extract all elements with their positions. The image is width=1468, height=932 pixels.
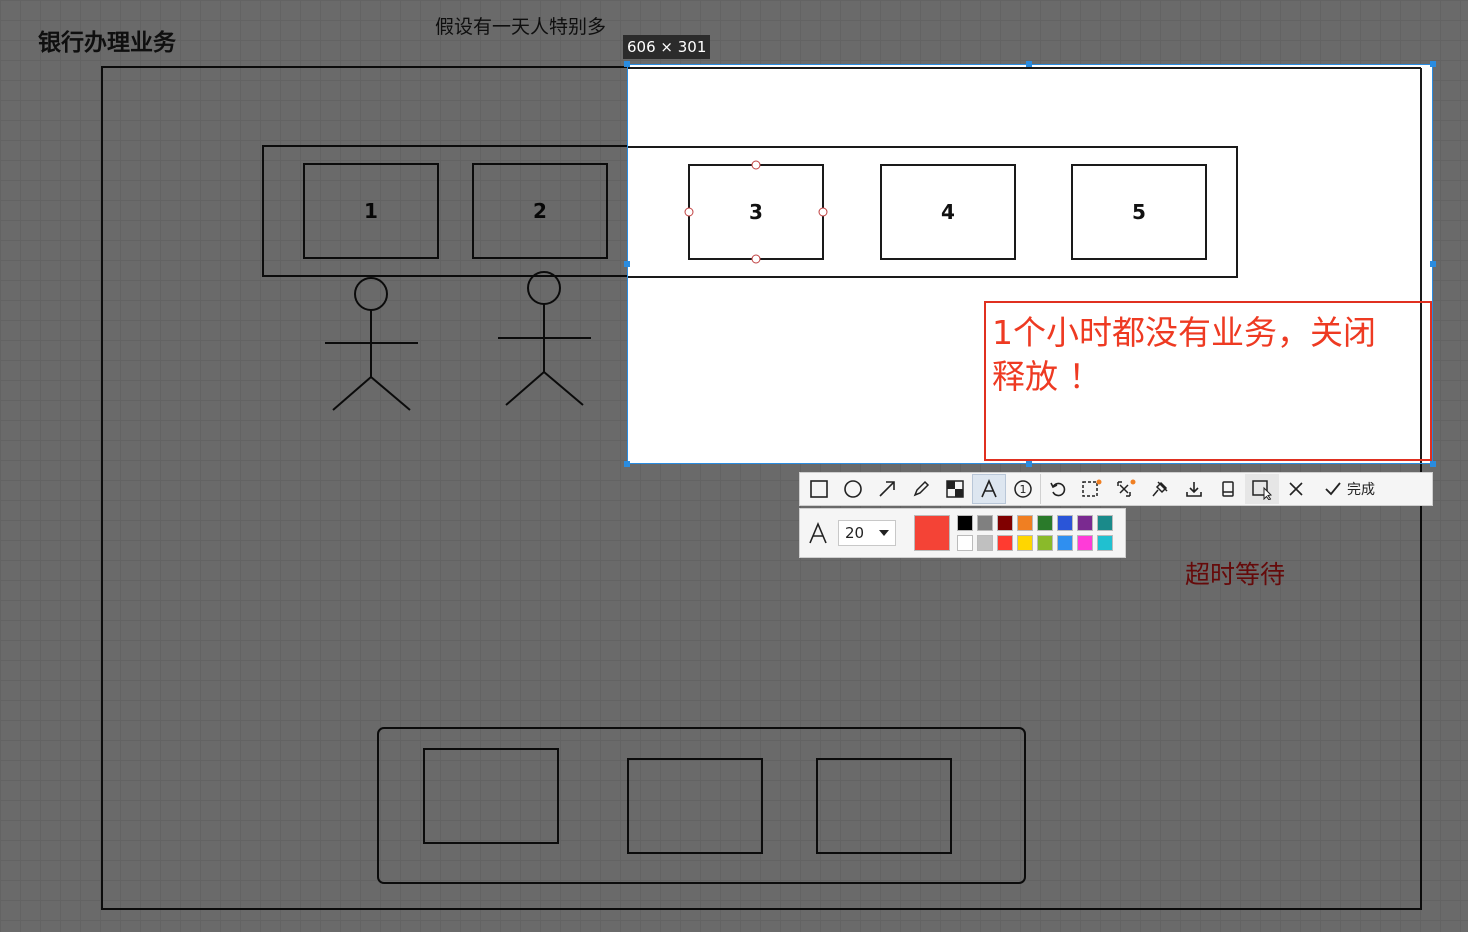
selected-window-label-5: 5	[1132, 200, 1146, 224]
text-annotation-line1: 1个小时都没有业务，关闭	[992, 313, 1376, 352]
color-swatch[interactable]	[997, 515, 1013, 531]
color-swatch[interactable]	[1037, 515, 1053, 531]
copy-tool-icon[interactable]	[1245, 474, 1279, 504]
text-tool-icon[interactable]	[972, 474, 1006, 504]
color-swatch[interactable]	[1077, 515, 1093, 531]
customer-figure	[325, 277, 418, 411]
selected-window-label-3: 3	[749, 200, 763, 224]
text-annotation-box[interactable]: 1个小时都没有业务，关闭 释放 ！	[984, 301, 1432, 461]
window-label-2: 2	[533, 199, 547, 223]
color-swatch[interactable]	[1097, 535, 1113, 551]
pencil-tool-icon[interactable]	[904, 474, 938, 504]
selection-size-label: 606 × 301	[623, 35, 711, 59]
waiting-seat	[627, 758, 763, 854]
current-color-swatch[interactable]	[914, 515, 950, 551]
resize-handle[interactable]	[1430, 261, 1436, 267]
window-label-1: 1	[364, 199, 378, 223]
screenshot-selection[interactable]: 3 4 5 1个小时都没有业务，关闭 释放 ！	[627, 64, 1433, 464]
rectangle-tool-icon[interactable]	[802, 474, 836, 504]
color-swatch[interactable]	[1077, 535, 1093, 551]
font-icon	[806, 521, 830, 545]
done-label: 完成	[1347, 482, 1375, 498]
arrow-tool-icon[interactable]	[870, 474, 904, 504]
resize-handle[interactable]	[1026, 461, 1032, 467]
color-swatch[interactable]	[1037, 535, 1053, 551]
svg-text:1: 1	[1020, 483, 1027, 496]
color-swatch[interactable]	[1017, 535, 1033, 551]
diagram-subtitle: 假设有一天人特别多	[435, 16, 607, 38]
checkmark-icon	[1325, 482, 1341, 496]
text-annotation-line2: 释放 ！	[992, 357, 1102, 396]
translate-tool-icon[interactable]	[1109, 474, 1143, 504]
resize-handle[interactable]	[1430, 461, 1436, 467]
done-button[interactable]: 完成	[1315, 474, 1383, 504]
chevron-down-icon	[879, 530, 889, 536]
color-swatch[interactable]	[977, 515, 993, 531]
resize-handle[interactable]	[624, 61, 630, 67]
text-options-toolbar: 20	[799, 508, 1126, 558]
font-size-select[interactable]: 20	[838, 520, 896, 546]
customer-figure	[498, 271, 591, 406]
resize-handle[interactable]	[1026, 61, 1032, 67]
ocr-tool-icon[interactable]	[1075, 474, 1109, 504]
waiting-area	[377, 727, 1026, 884]
font-size-value: 20	[845, 524, 865, 542]
resize-handle[interactable]	[624, 461, 630, 467]
pin-tool-icon[interactable]	[1143, 474, 1177, 504]
timeout-annotation: 超时等待	[1185, 560, 1286, 589]
mosaic-tool-icon[interactable]	[938, 474, 972, 504]
undo-icon[interactable]	[1040, 474, 1075, 504]
color-swatch[interactable]	[977, 535, 993, 551]
resize-handle[interactable]	[624, 261, 630, 267]
long-screenshot-tool-icon[interactable]	[1211, 474, 1245, 504]
number-tool-icon[interactable]: 1	[1006, 474, 1040, 504]
selected-window-label-4: 4	[941, 200, 955, 224]
close-icon[interactable]	[1279, 474, 1313, 504]
save-tool-icon[interactable]	[1177, 474, 1211, 504]
color-swatch[interactable]	[957, 515, 973, 531]
resize-handle[interactable]	[1430, 61, 1436, 67]
color-palette	[957, 515, 1113, 551]
color-swatch[interactable]	[957, 535, 973, 551]
screenshot-toolbar: 1 完成	[799, 472, 1433, 506]
diagram-title: 银行办理业务	[38, 30, 176, 56]
waiting-seat	[423, 748, 559, 844]
color-swatch[interactable]	[997, 535, 1013, 551]
ellipse-tool-icon[interactable]	[836, 474, 870, 504]
color-swatch[interactable]	[1057, 515, 1073, 531]
color-swatch[interactable]	[1017, 515, 1033, 531]
waiting-seat	[816, 758, 952, 854]
color-swatch[interactable]	[1057, 535, 1073, 551]
color-swatch[interactable]	[1097, 515, 1113, 531]
